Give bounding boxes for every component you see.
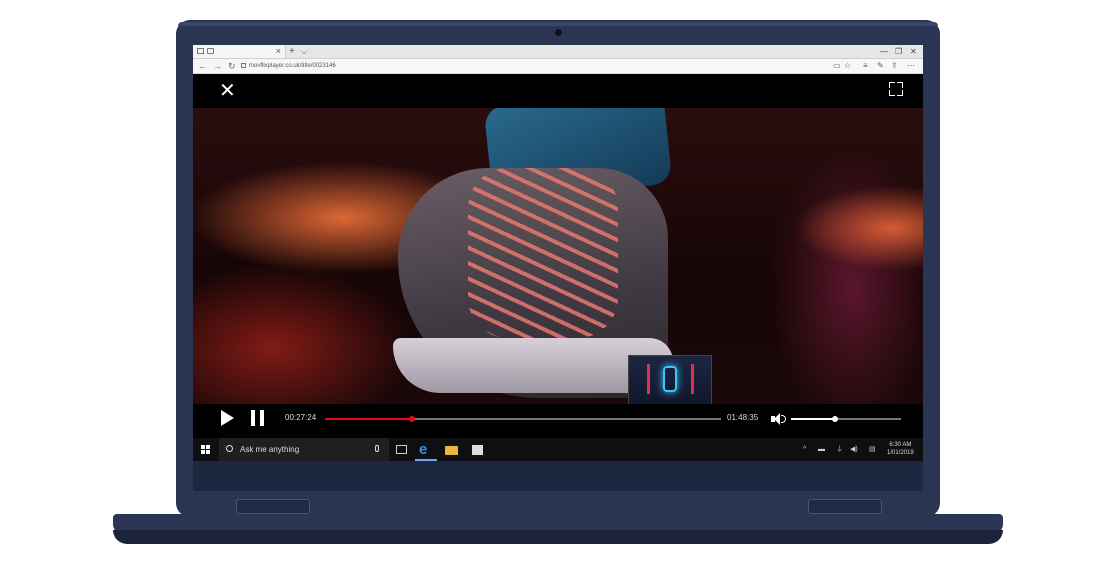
laptop-lid-edge xyxy=(178,22,938,26)
forward-arrow-icon[interactable]: → xyxy=(213,59,222,73)
video-frame[interactable] xyxy=(193,108,923,404)
web-note-icon[interactable]: ✎ xyxy=(877,59,884,73)
edge-browser-icon[interactable]: e xyxy=(419,442,432,457)
pause-icon[interactable] xyxy=(251,410,265,426)
search-placeholder: Ask me anything xyxy=(240,445,300,454)
cortana-icon xyxy=(226,445,233,452)
screen-bezel-bottom xyxy=(193,461,923,491)
play-icon[interactable] xyxy=(221,410,234,426)
browser-tab[interactable]: × xyxy=(193,45,286,58)
new-tab-button[interactable]: + xyxy=(289,45,295,58)
volume-icon[interactable] xyxy=(771,412,786,426)
clock-date: 1/01/2019 xyxy=(887,450,914,456)
close-player-icon[interactable]: ✕ xyxy=(219,81,236,101)
cortana-search-box[interactable]: Ask me anything xyxy=(219,438,389,461)
progress-bar-fill xyxy=(325,418,413,420)
network-icon[interactable]: ⏚ xyxy=(836,438,843,461)
back-arrow-icon[interactable]: ← xyxy=(198,59,207,73)
more-icon[interactable]: ⋯ xyxy=(907,59,915,73)
total-time: 01:48:35 xyxy=(727,413,759,422)
store-icon[interactable] xyxy=(472,445,483,455)
clock-time: 6:30 AM xyxy=(889,442,912,448)
close-window-button[interactable]: ✕ xyxy=(910,45,917,58)
video-player: ✕ 00:27:24 01:48:35 xyxy=(193,74,923,461)
battery-icon[interactable]: ▬ xyxy=(818,438,825,461)
video-laces xyxy=(468,168,618,338)
volume-slider[interactable] xyxy=(791,416,901,422)
tab-favicon-icon xyxy=(197,48,204,54)
progress-bar-handle[interactable] xyxy=(409,416,416,422)
tab-preview-icon[interactable] xyxy=(207,48,214,54)
action-center-icon[interactable]: ▤ xyxy=(869,438,876,461)
reading-view-icon[interactable]: ▭ xyxy=(833,59,841,73)
laptop-base-lip xyxy=(113,530,1003,544)
tab-close-icon[interactable]: × xyxy=(276,45,281,58)
hinge-left xyxy=(236,499,310,514)
speaker-icon[interactable]: ◀) xyxy=(850,438,858,461)
laptop-screen: × + ⌵ — ❐ ✕ ← → ↻ movflixplayer.co.uk/ti… xyxy=(193,45,923,461)
volume-slider-handle[interactable] xyxy=(832,416,838,422)
maximize-button[interactable]: ❐ xyxy=(895,45,902,58)
url-field[interactable]: movflixplayer.co.uk/title/0023146 xyxy=(249,59,336,73)
active-app-indicator xyxy=(415,459,437,461)
favorite-star-icon[interactable]: ☆ xyxy=(844,59,851,73)
file-explorer-icon[interactable] xyxy=(445,446,458,455)
microphone-icon[interactable] xyxy=(375,445,379,452)
taskbar-clock[interactable]: 6:30 AM 1/01/2019 xyxy=(887,441,914,457)
task-view-icon[interactable] xyxy=(396,445,407,454)
hub-icon[interactable]: ≡ xyxy=(863,59,868,73)
player-controls: 00:27:24 01:48:35 xyxy=(193,404,923,434)
tab-list-chevron-icon[interactable]: ⌵ xyxy=(301,45,307,58)
share-icon[interactable]: ⇪ xyxy=(891,59,898,73)
windows-taskbar: Ask me anything e ^ ▬ ⏚ ◀) ▤ 6:30 AM 1/0… xyxy=(193,438,923,461)
minimize-button[interactable]: — xyxy=(880,45,888,58)
progress-bar[interactable] xyxy=(325,416,721,422)
webcam xyxy=(555,29,562,36)
elapsed-time: 00:27:24 xyxy=(285,413,317,422)
tray-chevron-icon[interactable]: ^ xyxy=(803,438,806,461)
browser-tab-bar: × + ⌵ — ❐ ✕ xyxy=(193,45,923,59)
volume-slider-fill xyxy=(791,418,835,420)
browser-address-bar: ← → ↻ movflixplayer.co.uk/title/0023146 … xyxy=(193,59,923,74)
windows-start-icon[interactable] xyxy=(201,445,211,455)
fullscreen-icon[interactable] xyxy=(889,82,903,96)
lock-icon xyxy=(241,63,246,68)
refresh-icon[interactable]: ↻ xyxy=(228,59,236,73)
hinge-right xyxy=(808,499,882,514)
